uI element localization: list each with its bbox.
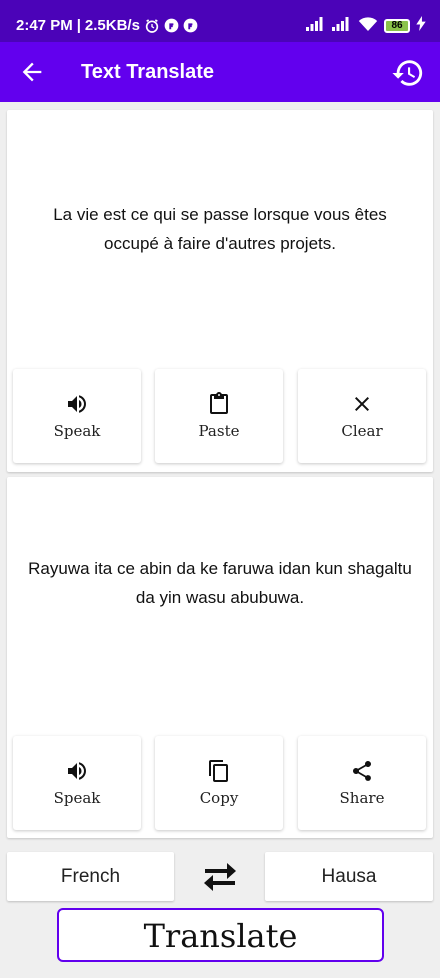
copy-label: Copy	[199, 789, 239, 807]
wifi-icon	[358, 16, 378, 35]
speak-label: Speak	[53, 422, 101, 440]
source-language-button[interactable]: French	[7, 852, 174, 901]
status-separator: |	[76, 17, 81, 34]
clear-label: Clear	[341, 422, 383, 440]
status-right: 86	[306, 16, 426, 35]
page-title: Text Translate	[81, 61, 215, 83]
share-label: Share	[339, 789, 385, 807]
status-time: 2:47 PM	[16, 17, 73, 34]
arrow-back-icon[interactable]	[18, 58, 46, 86]
translate-button[interactable]: Translate	[57, 908, 384, 962]
history-icon[interactable]	[391, 56, 425, 90]
alarm-icon	[144, 18, 160, 34]
share-button[interactable]: Share	[298, 736, 426, 830]
clipboard-icon	[207, 392, 231, 416]
status-speed: 2.5KB/s	[84, 17, 140, 34]
copy-button[interactable]: Copy	[155, 736, 283, 830]
app-bar: Text Translate	[0, 42, 440, 102]
clear-button[interactable]: Clear	[298, 369, 426, 463]
battery-icon: 86	[384, 18, 410, 33]
f-icon	[164, 18, 179, 33]
translated-text: Rayuwa ita ce abin da ke faruwa idan kun…	[28, 559, 412, 607]
battery-level: 86	[384, 18, 410, 33]
charging-icon	[416, 16, 426, 35]
speak-label: Speak	[53, 789, 101, 807]
f-icon	[183, 18, 198, 33]
copy-icon	[207, 759, 231, 783]
paste-button[interactable]: Paste	[155, 369, 283, 463]
source-text[interactable]: La vie est ce qui se passe lorsque vous …	[27, 200, 413, 258]
speaker-icon	[65, 759, 89, 783]
status-bar: 2:47 PM | 2.5KB/s 86	[0, 0, 440, 42]
status-left: 2:47 PM | 2.5KB/s	[16, 17, 198, 34]
paste-label: Paste	[198, 422, 240, 440]
share-icon	[350, 759, 374, 783]
signal-icon	[306, 16, 326, 35]
swap-icon[interactable]	[199, 858, 241, 896]
speak-target-button[interactable]: Speak	[13, 736, 141, 830]
close-icon	[350, 392, 374, 416]
source-card: La vie est ce qui se passe lorsque vous …	[7, 110, 433, 472]
target-card: Rayuwa ita ce abin da ke faruwa idan kun…	[7, 477, 433, 838]
speaker-icon	[65, 392, 89, 416]
signal-icon	[332, 16, 352, 35]
target-language-button[interactable]: Hausa	[265, 852, 433, 901]
speak-source-button[interactable]: Speak	[13, 369, 141, 463]
